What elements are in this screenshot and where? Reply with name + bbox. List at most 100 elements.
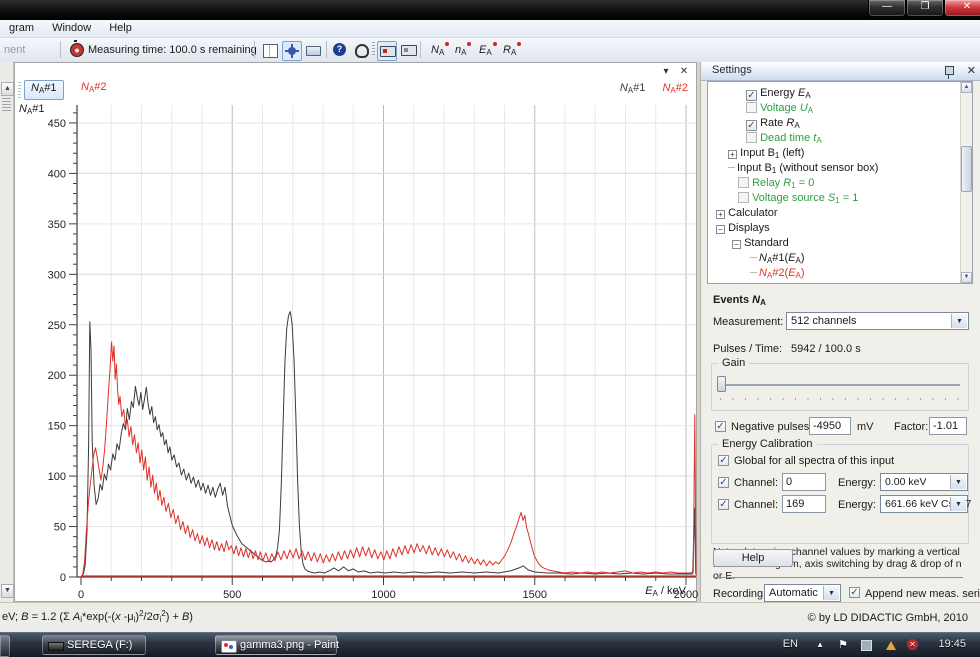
usb-device-icon[interactable]	[861, 640, 872, 651]
channel-input[interactable]: 0	[782, 473, 826, 491]
tick-label: 500	[223, 589, 241, 601]
energy-select[interactable]: 0.00 keV▼	[880, 473, 968, 491]
chevron-down-icon[interactable]: ▼	[823, 586, 839, 600]
tick-label: 0	[78, 589, 84, 601]
series-N_A#2-line	[81, 342, 697, 577]
channel-checkbox[interactable]: ✓	[718, 477, 729, 488]
channel-input[interactable]: 169	[782, 495, 826, 513]
application-window: — ❐ ✕ gramWindowHelp nent Measuring time…	[0, 0, 980, 657]
channel-checkbox[interactable]: ✓	[718, 499, 729, 510]
tree-checkbox[interactable]	[746, 132, 757, 143]
scrollbar-thumb[interactable]	[961, 146, 972, 192]
menu-item-window[interactable]: Window	[43, 20, 100, 37]
negative-pulses-input[interactable]: -4950	[809, 417, 851, 435]
volume-muted-icon[interactable]: ✕	[907, 639, 918, 650]
quantity-button-0[interactable]: NA	[428, 42, 452, 58]
settings-gear-icon[interactable]	[282, 41, 302, 61]
axes	[77, 105, 696, 577]
gain-slider-track[interactable]	[720, 384, 960, 386]
tree-item[interactable]: ✓ Rate RA	[746, 116, 800, 131]
columns-icon[interactable]	[261, 41, 279, 59]
restore-button[interactable]: ❐	[906, 0, 944, 17]
scroll-down-icon[interactable]: ▼	[961, 272, 972, 283]
chevron-down-icon[interactable]: ▼	[951, 314, 967, 328]
negative-pulses-checkbox[interactable]: ✓	[715, 421, 726, 432]
factor-input[interactable]: -1.01	[929, 417, 967, 435]
tree-checkbox[interactable]	[746, 102, 757, 113]
menu-item-gram[interactable]: gram	[0, 20, 43, 37]
taskbar-button[interactable]: gamma3.png - Paint	[215, 635, 337, 655]
global-calibration-checkbox[interactable]: ✓	[718, 455, 729, 466]
tree-item[interactable]: NA#1(EA)	[750, 251, 805, 266]
toolbar: nent Measuring time: 100.0 s remaining ?…	[0, 38, 980, 63]
tree-item[interactable]: Voltage source S1 = 1	[738, 191, 858, 206]
headset-icon-glyph	[355, 44, 369, 58]
append-series-checkbox[interactable]: ✓	[849, 587, 860, 598]
energy-calibration-group: Energy Calibration ✓ Global for all spec…	[711, 444, 969, 544]
scroll-up-icon[interactable]: ▲	[1, 82, 14, 96]
expand-icon[interactable]: +	[716, 210, 725, 219]
tree-checkbox[interactable]: ✓	[746, 120, 757, 131]
tree-item[interactable]: − Standard	[732, 236, 789, 251]
help-button[interactable]: Help	[713, 549, 793, 567]
global-calibration-label: Global for all spectra of this input	[734, 455, 894, 467]
display-icon[interactable]	[304, 41, 322, 59]
gain-slider-thumb[interactable]	[717, 376, 726, 392]
energy-select[interactable]: 661.66 keV Cs137▼	[880, 495, 968, 513]
close-settings-icon[interactable]: ✕	[967, 64, 976, 77]
tree-scrollbar[interactable]: ▲ ▼	[960, 82, 972, 283]
spectrum-plot[interactable]: 0501001502002503003504004500500100015002…	[15, 63, 698, 603]
scroll-up-icon[interactable]: ▲	[961, 82, 972, 93]
tree-checkbox[interactable]	[738, 177, 749, 188]
taskbar-edge-button[interactable]	[0, 635, 10, 657]
tree-item[interactable]: Dead time tA	[746, 131, 822, 146]
tree-item[interactable]: − Displays	[716, 221, 770, 236]
headset-icon[interactable]	[352, 41, 370, 59]
collapse-icon[interactable]: −	[732, 240, 741, 249]
tree-item[interactable]: ✓ Energy EA	[746, 86, 811, 101]
title-bar: — ❐ ✕	[0, 0, 980, 20]
chevron-down-icon[interactable]: ▼	[950, 475, 966, 489]
pin-icon[interactable]	[945, 66, 954, 75]
language-indicator[interactable]: EN	[783, 638, 798, 650]
x-axis-label[interactable]: EA / keV	[645, 585, 686, 597]
action-center-flag-icon[interactable]: ⚑	[838, 638, 848, 651]
quantity-button-1[interactable]: nA	[452, 42, 474, 58]
new-quantity-dot	[493, 42, 497, 46]
chevron-down-icon[interactable]: ▼	[950, 497, 966, 511]
quantity-button-3[interactable]: RA	[500, 42, 524, 58]
help-icon[interactable]: ?	[331, 41, 349, 59]
gain-group: Gain	[711, 363, 969, 411]
clock[interactable]: 19:45	[938, 638, 966, 650]
collapse-icon[interactable]: −	[716, 225, 725, 234]
quantity-button-2[interactable]: EA	[476, 42, 500, 58]
tree-item[interactable]: Voltage UA	[746, 101, 813, 116]
tree-item[interactable]: Input B1 (without sensor box)	[728, 161, 878, 176]
minimize-button[interactable]: —	[868, 0, 906, 17]
menu-item-help[interactable]: Help	[100, 20, 141, 37]
alert-icon[interactable]	[886, 641, 896, 650]
scroll-down-icon[interactable]: ▼	[1, 584, 14, 598]
tick-label: 200	[48, 370, 66, 382]
close-button[interactable]: ✕	[944, 0, 980, 17]
tree-item[interactable]: NA#2(EA)	[750, 266, 805, 281]
taskbar-button[interactable]: SEREGA (F:)	[42, 635, 146, 655]
expand-icon[interactable]: +	[728, 150, 737, 159]
recording-select[interactable]: Automatic ▼	[764, 584, 841, 602]
strip-grip[interactable]	[2, 98, 11, 112]
tree-item[interactable]: + Calculator	[716, 206, 778, 221]
measurement-select[interactable]: 512 channels ▼	[786, 312, 969, 330]
toolbar-separator	[326, 41, 327, 58]
tray-expand-icon[interactable]: ▲	[816, 640, 824, 649]
tree-item[interactable]: + Input B1 (left)	[728, 146, 804, 161]
y-axis-label[interactable]: NA#1	[19, 103, 45, 115]
cassy-module-icon[interactable]	[377, 41, 397, 61]
measurement-value: 512 channels	[791, 315, 856, 327]
cassy-module-2-icon[interactable]	[399, 41, 417, 59]
axis-ticks: 0501001502002503003504004500500100015002…	[48, 113, 698, 601]
tree-checkbox[interactable]	[738, 192, 749, 203]
tree-item[interactable]: Relay R1 = 0	[738, 176, 814, 191]
measurement-combo-remnant[interactable]: nent	[4, 44, 25, 56]
copyright-label: © by LD DIDACTIC GmbH, 2010	[808, 612, 968, 624]
tree-checkbox[interactable]: ✓	[746, 90, 757, 101]
